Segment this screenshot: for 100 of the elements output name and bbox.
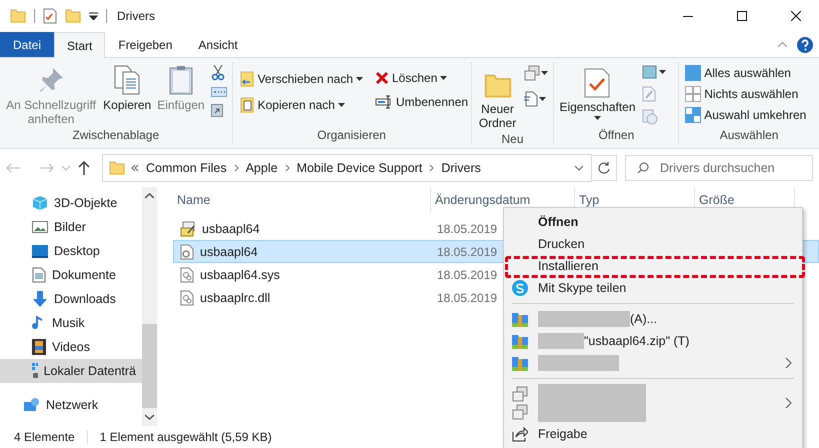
column-header[interactable]: Name — [173, 187, 431, 213]
nav-item[interactable]: Netzwerk — [0, 393, 142, 417]
context-menu-item[interactable]: Mit Skype teilen — [504, 277, 802, 299]
notepad-icon — [642, 65, 658, 79]
context-menu-item[interactable]: Installieren — [504, 255, 802, 277]
archive-icon — [512, 333, 528, 349]
properties-icon — [584, 68, 610, 98]
group-label: Neu — [502, 132, 524, 146]
file-date: 18.05.2019 — [437, 290, 498, 304]
caret-icon — [539, 97, 546, 101]
edit-icon — [642, 86, 656, 102]
nav-item[interactable]: Downloads — [0, 287, 142, 311]
copy-path-button[interactable] — [210, 86, 228, 98]
chevron-down-icon — [62, 166, 70, 170]
new-item-button[interactable] — [523, 64, 550, 82]
nav-item[interactable]: Dokumente — [0, 263, 142, 287]
up-arrow-icon — [78, 161, 90, 175]
breadcrumb-item[interactable]: Drivers — [440, 161, 482, 175]
breadcrumb-item[interactable]: Apple — [244, 161, 279, 175]
rename-icon — [375, 95, 393, 109]
select-all-icon — [685, 65, 702, 81]
copy-folder-icon — [238, 97, 255, 113]
nav-item[interactable]: Musik — [0, 311, 142, 335]
nav-item[interactable]: Videos — [0, 335, 142, 359]
nav-item[interactable]: Lokaler Datenträ — [0, 359, 142, 383]
nav-item[interactable]: Desktop — [0, 239, 142, 263]
context-menu-item[interactable]: Öffnen — [504, 211, 802, 233]
setup-file-icon — [180, 220, 196, 236]
breadcrumb-separator-icon — [429, 164, 434, 172]
search-field[interactable]: Drivers durchsuchen — [625, 155, 813, 181]
close-icon — [791, 11, 801, 21]
ribbon-button[interactable]: Auswahl umkehren — [683, 106, 808, 124]
breadcrumb-separator-icon — [234, 164, 239, 172]
caret-icon — [658, 70, 666, 74]
group-label: Auswählen — [720, 128, 778, 144]
file-menu-tab[interactable]: Datei — [0, 32, 54, 57]
selection-info: 1 Element ausgewählt (5,59 KB) — [100, 430, 272, 444]
file-date: 18.05.2019 — [437, 268, 498, 282]
file-name: usbaaplrc.dll — [200, 290, 270, 304]
context-menu-item[interactable]: "usbaapl64.zip" (T) — [504, 330, 802, 352]
open-button[interactable] — [640, 64, 667, 80]
nav-item[interactable]: 3D-Objekte — [0, 191, 142, 215]
breadcrumb-item[interactable]: Common Files — [145, 161, 228, 175]
collapse-ribbon-icon — [778, 42, 787, 47]
download-arrow-icon — [32, 291, 48, 307]
gear-file-icon — [180, 244, 194, 260]
cube-icon — [32, 195, 48, 211]
window-title: Drivers — [117, 9, 156, 23]
overflow-chevron-icon — [131, 165, 139, 171]
ribbon-button[interactable]: Löschen — [373, 70, 470, 86]
context-menu-item[interactable]: (A)... — [504, 308, 802, 330]
caret-icon — [338, 103, 345, 107]
network-icon — [24, 397, 40, 413]
system-file-icon — [180, 266, 194, 282]
film-icon — [32, 339, 46, 355]
breadcrumb-item[interactable]: Mobile Device Support — [296, 161, 424, 175]
program-icon — [524, 65, 540, 81]
document-icon — [32, 267, 46, 283]
ribbon-button[interactable]: Umbenennen — [373, 94, 470, 110]
ribbon-button[interactable]: Kopieren nach — [236, 96, 365, 114]
maximize-icon — [737, 11, 747, 21]
folder-icon — [65, 8, 81, 24]
quick-access-dropdown-icon — [89, 12, 98, 20]
folder-icon — [484, 72, 512, 100]
address-bar[interactable]: Common Files Apple Mobile Device Support Drivers — [102, 154, 592, 182]
program-icon — [512, 404, 528, 420]
archive-icon — [512, 311, 528, 327]
folder-icon — [109, 160, 125, 176]
new-file-icon — [524, 91, 538, 107]
ribbon-button[interactable]: Alles auswählen — [683, 64, 808, 82]
properties-button[interactable]: Eigenschaften — [558, 62, 637, 128]
back-arrow-icon — [6, 163, 20, 173]
file-name: usbaapl64 — [202, 222, 260, 236]
invert-selection-icon — [685, 107, 702, 123]
new-folder-button[interactable]: Neuer Ordner — [476, 62, 520, 132]
archive-icon — [512, 355, 528, 371]
picture-icon — [32, 220, 48, 234]
scrollbar[interactable] — [142, 187, 157, 426]
ribbon-button[interactable]: Nichts auswählen — [683, 85, 808, 103]
properties-icon — [43, 8, 57, 24]
file-name: usbaapl64 — [200, 244, 258, 258]
ribbon-tab[interactable]: Start — [54, 32, 106, 58]
folder-icon — [10, 8, 26, 24]
ribbon-button[interactable]: Verschieben nach — [236, 70, 365, 88]
file-name: usbaapl64.sys — [200, 268, 280, 282]
file-date: 18.05.2019 — [437, 222, 498, 236]
group-label: Organisieren — [317, 128, 386, 144]
drive-icon — [32, 363, 38, 379]
path-icon — [210, 87, 227, 97]
group-label: Öffnen — [598, 128, 634, 144]
context-menu-item[interactable]: Freigabe — [504, 423, 802, 445]
refresh-button[interactable] — [591, 155, 617, 181]
shortcut-icon — [210, 103, 223, 117]
caret-icon — [541, 71, 548, 75]
group-label: Zwischenablage — [72, 128, 160, 144]
scroll-up-icon — [145, 193, 154, 199]
redacted-block — [538, 333, 584, 349]
nav-item[interactable]: Bilder — [0, 215, 142, 239]
ribbon-button[interactable]: Kopieren — [102, 62, 152, 128]
move-folder-icon — [238, 71, 255, 87]
